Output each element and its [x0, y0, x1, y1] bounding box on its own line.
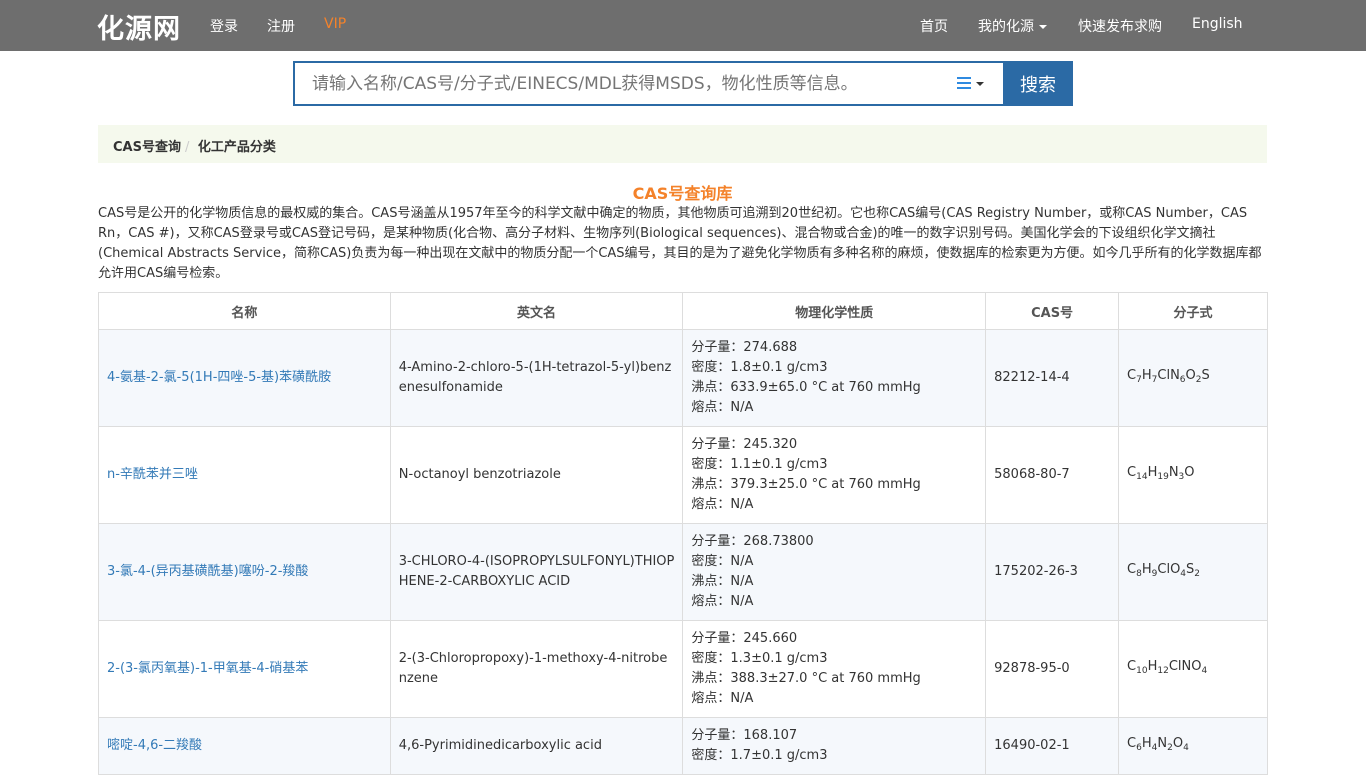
compound-name-link[interactable]: 嘧啶-4,6-二羧酸	[107, 738, 202, 753]
cell-cas-number: 92878-95-0	[985, 620, 1120, 718]
search-bar: 搜索	[293, 61, 1073, 106]
melting-point: 熔点：N/A	[691, 594, 754, 609]
search-input[interactable]	[293, 61, 1003, 106]
breadcrumb: CAS号查询 / 化工产品分类	[98, 125, 1267, 163]
home-link[interactable]: 首页	[920, 16, 948, 36]
melting-point: 熔点：N/A	[691, 400, 754, 415]
table-row: n-辛酰苯并三唑 N-octanoyl benzotriazole 分子量：245.…	[98, 426, 1268, 524]
cell-english-name: 3-CHLORO-4-(ISOPROPYLSULFONYL)THIOPHENE-…	[389, 523, 684, 621]
cell-name: 4-氨基-2-氯-5(1H-四唑-5-基)苯磺酰胺	[98, 329, 391, 427]
breadcrumb-product-category[interactable]: 化工产品分类	[198, 140, 276, 155]
col-header-cas: CAS号	[985, 292, 1120, 330]
quick-publish-link[interactable]: 快速发布求购	[1078, 16, 1162, 36]
cell-formula: C10H12ClNO4	[1118, 620, 1268, 718]
cas-results-table: 名称 英文名 物理化学性质 CAS号 分子式 4-氨基-2-氯-5(1H-四唑-…	[98, 292, 1268, 775]
cell-english-name: 4,6-Pyrimidinedicarboxylic acid	[389, 717, 684, 775]
cell-formula: C8H9ClO4S2	[1118, 523, 1268, 621]
cell-formula: C7H7ClN6O2S	[1118, 329, 1268, 427]
register-link[interactable]: 注册	[267, 16, 295, 36]
molecular-weight: 分子量：245.660	[691, 631, 798, 646]
cell-name: 2-(3-氯丙氧基)-1-甲氧基-4-硝基苯	[98, 620, 391, 718]
compound-name-link[interactable]: n-辛酰苯并三唑	[107, 467, 198, 482]
top-navbar: 化源网 登录 注册 VIP 首页 我的化源 快速发布求购 English	[0, 0, 1366, 51]
search-type-dropdown[interactable]	[957, 74, 991, 94]
chevron-down-icon	[1039, 25, 1047, 29]
vip-link[interactable]: VIP	[324, 16, 346, 36]
col-header-properties: 物理化学性质	[682, 292, 987, 330]
boiling-point: 沸点：633.9±65.0 °C at 760 mmHg	[691, 380, 921, 395]
density: 密度：1.8±0.1 g/cm3	[691, 360, 828, 375]
table-header-row: 名称 英文名 物理化学性质 CAS号 分子式	[98, 292, 1268, 330]
site-logo[interactable]: 化源网	[97, 7, 181, 46]
density: 密度：1.7±0.1 g/cm3	[691, 748, 828, 763]
cell-cas-number: 82212-14-4	[985, 329, 1120, 427]
compound-name-link[interactable]: 2-(3-氯丙氧基)-1-甲氧基-4-硝基苯	[107, 661, 308, 676]
molecular-weight: 分子量：245.320	[691, 437, 798, 452]
cell-properties: 分子量：245.660 密度：1.3±0.1 g/cm3 沸点：388.3±27.0…	[682, 620, 987, 718]
boiling-point: 沸点：N/A	[691, 574, 754, 589]
molecular-weight: 分子量：274.688	[691, 340, 798, 355]
compound-name-link[interactable]: 3-氯-4-(异丙基磺酰基)噻吩-2-羧酸	[107, 564, 308, 579]
cell-cas-number: 58068-80-7	[985, 426, 1120, 524]
caret-down-icon	[976, 82, 984, 86]
cell-english-name: 2-(3-Chloropropoxy)-1-methoxy-4-nitroben…	[389, 620, 684, 718]
molecular-weight: 分子量：268.73800	[691, 534, 814, 549]
density: 密度：N/A	[691, 554, 754, 569]
col-header-english: 英文名	[389, 292, 684, 330]
nav-left: 登录 注册 VIP	[210, 16, 346, 36]
cell-properties: 分子量：245.320 密度：1.1±0.1 g/cm3 沸点：379.3±25.0…	[682, 426, 987, 524]
cell-name: 嘧啶-4,6-二羧酸	[98, 717, 391, 775]
intro-paragraph: CAS号是公开的化学物质信息的最权威的集合。CAS号涵盖从1957年至今的科学文…	[98, 206, 1262, 281]
cell-english-name: N-octanoyl benzotriazole	[389, 426, 684, 524]
molecular-weight: 分子量：168.107	[691, 728, 798, 743]
search-button[interactable]: 搜索	[1003, 61, 1073, 106]
density: 密度：1.3±0.1 g/cm3	[691, 651, 828, 666]
login-link[interactable]: 登录	[210, 16, 238, 36]
cell-formula: C14H19N3O	[1118, 426, 1268, 524]
col-header-name: 名称	[98, 292, 391, 330]
table-row: 3-氯-4-(异丙基磺酰基)噻吩-2-羧酸 3-CHLORO-4-(ISOPROP…	[98, 523, 1268, 621]
cell-cas-number: 16490-02-1	[985, 717, 1120, 775]
my-account-label: 我的化源	[978, 19, 1034, 35]
cell-formula: C6H4N2O4	[1118, 717, 1268, 775]
my-account-menu[interactable]: 我的化源	[978, 16, 1047, 36]
table-row: 嘧啶-4,6-二羧酸 4,6-Pyrimidinedicarboxylic aci…	[98, 717, 1268, 775]
cell-english-name: 4-Amino-2-chloro-5-(1H-tetrazol-5-yl)ben…	[389, 329, 684, 427]
cell-properties: 分子量：268.73800 密度：N/A 沸点：N/A 熔点：N/A	[682, 523, 987, 621]
cell-name: n-辛酰苯并三唑	[98, 426, 391, 524]
list-icon	[957, 77, 971, 89]
english-link[interactable]: English	[1192, 16, 1243, 32]
table-row: 2-(3-氯丙氧基)-1-甲氧基-4-硝基苯 2-(3-Chloropropoxy…	[98, 620, 1268, 718]
density: 密度：1.1±0.1 g/cm3	[691, 457, 828, 472]
cell-properties: 分子量：168.107 密度：1.7±0.1 g/cm3	[682, 717, 987, 775]
table-row: 4-氨基-2-氯-5(1H-四唑-5-基)苯磺酰胺 4-Amino-2-chlor…	[98, 329, 1268, 427]
boiling-point: 沸点：379.3±25.0 °C at 760 mmHg	[691, 477, 921, 492]
col-header-formula: 分子式	[1118, 292, 1268, 330]
melting-point: 熔点：N/A	[691, 691, 754, 706]
page-title: CAS号查询库	[632, 184, 733, 203]
melting-point: 熔点：N/A	[691, 497, 754, 512]
cell-cas-number: 175202-26-3	[985, 523, 1120, 621]
boiling-point: 沸点：388.3±27.0 °C at 760 mmHg	[691, 671, 921, 686]
compound-name-link[interactable]: 4-氨基-2-氯-5(1H-四唑-5-基)苯磺酰胺	[107, 370, 331, 385]
cell-name: 3-氯-4-(异丙基磺酰基)噻吩-2-羧酸	[98, 523, 391, 621]
breadcrumb-cas-query[interactable]: CAS号查询	[113, 140, 181, 155]
cell-properties: 分子量：274.688 密度：1.8±0.1 g/cm3 沸点：633.9±65.0…	[682, 329, 987, 427]
